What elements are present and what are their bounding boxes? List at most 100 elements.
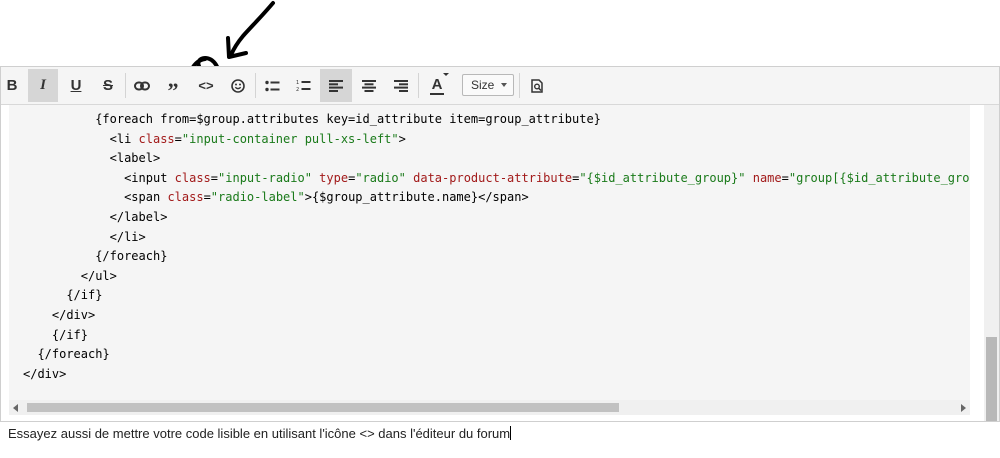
code-string: "group[{$id_attribute_group}]" xyxy=(788,170,970,185)
smiley-icon xyxy=(231,78,245,93)
code-line: <span class="radio-label">{$group_attrib… xyxy=(124,189,529,205)
code-string: "{$id_attribute_group}" xyxy=(579,170,746,185)
align-left-button[interactable] xyxy=(320,69,352,102)
code-attribute: data-product-attribute xyxy=(413,170,573,185)
align-left-icon xyxy=(329,79,343,92)
chevron-down-icon xyxy=(501,83,507,87)
link-icon xyxy=(134,81,150,90)
scroll-left-arrow-icon[interactable] xyxy=(13,404,18,412)
vertical-scroll-thumb[interactable] xyxy=(986,337,997,421)
code-label: <> xyxy=(198,78,214,93)
code-text: = xyxy=(174,131,182,146)
code-text: >{$group_attribute.name}</span> xyxy=(304,190,529,205)
code-text: {/if} xyxy=(51,327,88,342)
code-string: "radio" xyxy=(355,170,406,185)
code-button[interactable]: <> xyxy=(191,69,221,102)
code-text: {/if} xyxy=(66,288,103,303)
code-line: {/if} xyxy=(52,327,88,343)
editor-toolbar: B I U S ” <> 12 A Size xyxy=(1,67,999,105)
strikethrough-label: S xyxy=(102,77,113,94)
code-text: <span xyxy=(124,190,168,205)
code-line: </label> xyxy=(110,209,168,225)
forum-post-text: Essayez aussi de mettre votre code lisib… xyxy=(8,426,512,441)
numbered-list-icon: 12 xyxy=(296,80,310,92)
quote-button[interactable]: ” xyxy=(159,69,187,103)
toolbar-divider xyxy=(418,73,419,98)
svg-text:2: 2 xyxy=(296,87,299,92)
code-string: "radio-label" xyxy=(210,190,305,205)
code-text: </div> xyxy=(23,366,67,381)
code-text: = xyxy=(210,170,219,185)
code-attribute: class xyxy=(174,170,211,185)
font-size-label: Size xyxy=(471,78,495,92)
code-text: </ul> xyxy=(80,268,117,283)
bullet-list-icon xyxy=(264,80,279,91)
forum-post-sentence: Essayez aussi de mettre votre code lisib… xyxy=(8,426,511,441)
code-line: {/foreach} xyxy=(37,346,109,362)
font-color-label: A xyxy=(431,75,443,93)
horizontal-scrollbar[interactable] xyxy=(9,400,970,415)
text-cursor xyxy=(510,426,512,440)
code-text: = xyxy=(203,190,211,205)
font-color-underline xyxy=(430,92,444,95)
strikethrough-button[interactable]: S xyxy=(93,69,123,102)
code-text: <input xyxy=(124,170,175,185)
toolbar-divider xyxy=(125,73,126,98)
preview-button[interactable] xyxy=(523,69,551,102)
code-text: </div> xyxy=(51,308,96,322)
bold-label: B xyxy=(6,77,18,94)
align-center-icon xyxy=(362,79,376,92)
align-right-button[interactable] xyxy=(386,69,416,102)
code-attribute: type xyxy=(319,170,349,185)
link-button[interactable] xyxy=(128,69,156,102)
italic-label: I xyxy=(40,77,46,93)
code-line: {/if} xyxy=(66,287,102,303)
italic-button[interactable]: I xyxy=(28,69,58,102)
bullet-list-button[interactable] xyxy=(258,69,286,102)
caret-icon xyxy=(443,73,449,76)
font-size-select[interactable]: Size xyxy=(462,74,514,96)
horizontal-scroll-thumb[interactable] xyxy=(27,403,619,412)
code-line: <li class="input-container pull-xs-left"… xyxy=(110,131,406,147)
code-text: </label> xyxy=(109,210,168,224)
code-string: "input-container pull-xs-left" xyxy=(181,131,399,146)
code-line: </li> xyxy=(110,229,146,245)
align-right-icon xyxy=(394,79,408,92)
align-center-button[interactable] xyxy=(354,69,384,102)
preview-icon xyxy=(530,78,543,93)
emoji-button[interactable] xyxy=(224,69,252,102)
underline-button[interactable]: U xyxy=(61,69,91,102)
code-line: <input class="input-radio" type="radio" … xyxy=(124,170,970,186)
code-text: {/foreach} xyxy=(95,249,168,264)
code-block[interactable]: {foreach from=$group.attributes key=id_a… xyxy=(9,105,970,400)
code-text: = xyxy=(781,170,789,185)
scroll-right-arrow-icon[interactable] xyxy=(961,404,966,412)
code-line: </div> xyxy=(23,366,66,382)
quote-label: ” xyxy=(167,77,179,103)
vertical-scrollbar[interactable] xyxy=(984,105,999,421)
svg-text:1: 1 xyxy=(296,80,299,86)
code-line: <label> xyxy=(110,150,161,166)
code-text: {foreach from=$group.attributes key=id_a… xyxy=(95,112,601,126)
annotation-arrow xyxy=(226,1,275,59)
bold-button[interactable]: B xyxy=(1,69,23,102)
code-line: {/foreach} xyxy=(95,248,167,264)
code-string: "input-radio" xyxy=(218,170,312,185)
code-attribute: name xyxy=(752,170,782,185)
code-text: > xyxy=(398,131,406,146)
code-attribute: class xyxy=(167,190,204,205)
toolbar-divider xyxy=(519,73,520,98)
code-line: {foreach from=$group.attributes key=id_a… xyxy=(95,111,601,127)
code-line: </ul> xyxy=(81,268,117,284)
underline-label: U xyxy=(70,77,82,94)
toolbar-divider xyxy=(255,73,256,98)
numbered-list-button[interactable]: 12 xyxy=(289,69,317,102)
code-attribute: class xyxy=(138,131,175,146)
font-color-button[interactable]: A xyxy=(422,69,452,102)
code-line: </div> xyxy=(52,307,95,323)
code-text: <li xyxy=(109,131,139,146)
code-text: <label> xyxy=(109,151,161,166)
rich-text-editor: B I U S ” <> 12 A Size {foreach from=$gr… xyxy=(0,66,1000,422)
code-text: {/foreach} xyxy=(37,347,110,362)
